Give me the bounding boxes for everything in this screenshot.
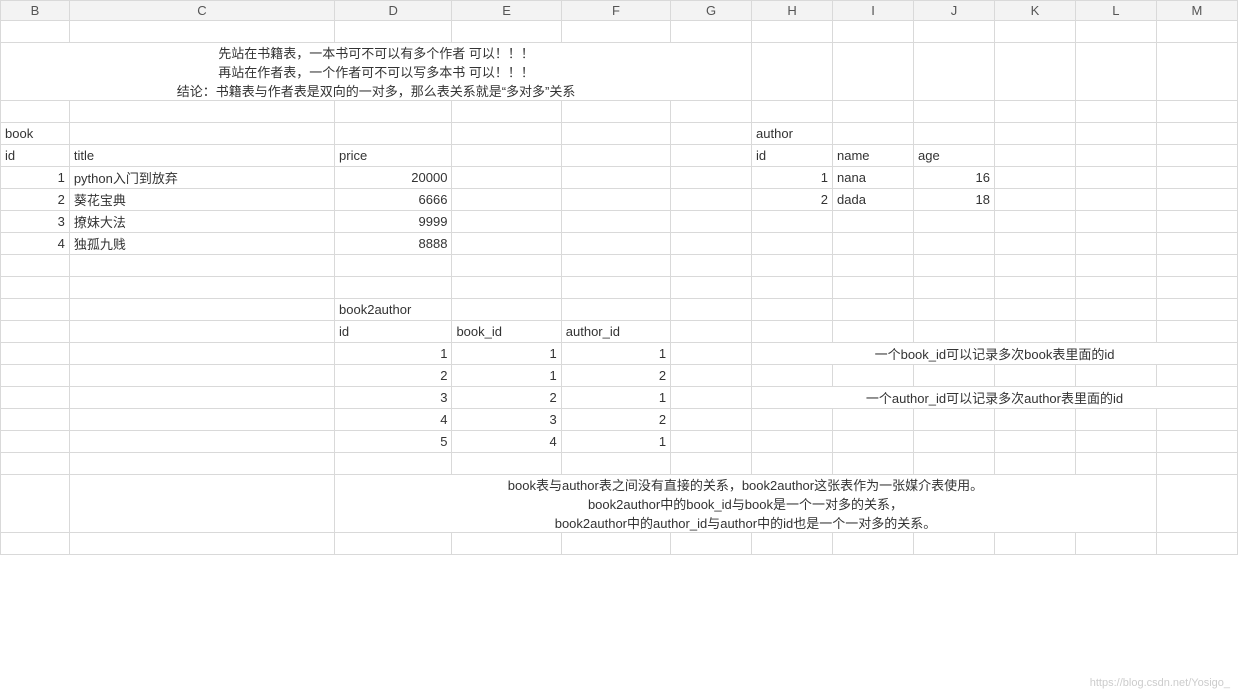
author-header-age: age xyxy=(913,145,994,167)
b2a-id: 3 xyxy=(335,387,452,409)
book-id: 2 xyxy=(1,189,70,211)
author-name: dada xyxy=(833,189,914,211)
col-header[interactable]: G xyxy=(671,1,752,21)
table-row: 5 4 1 xyxy=(1,431,1238,453)
intro-line: 再站在作者表，一个作者可不可以写多本书 可以！！！ xyxy=(5,62,747,81)
b2a-id: 2 xyxy=(335,365,452,387)
book-price: 9999 xyxy=(335,211,452,233)
summary-line: book2author中的author_id与author中的id也是一个一对多… xyxy=(339,513,1152,532)
b2a-bookid: 2 xyxy=(452,387,561,409)
intro-line: 结论：书籍表与作者表是双向的一对多，那么表关系就是“多对多”关系 xyxy=(5,81,747,100)
book-id: 3 xyxy=(1,211,70,233)
b2a-id: 4 xyxy=(335,409,452,431)
col-header[interactable]: I xyxy=(833,1,914,21)
table-row: 4 3 2 xyxy=(1,409,1238,431)
column-header-row: B C D E F G H I J K L M xyxy=(1,1,1238,21)
author-label: author xyxy=(752,123,833,145)
intro-line: 先站在书籍表，一本书可不可以有多个作者 可以！！！ xyxy=(5,43,747,62)
col-header[interactable]: M xyxy=(1156,1,1237,21)
book-header-id: id xyxy=(1,145,70,167)
table-row: 1 python入门到放弃 20000 1 nana 16 xyxy=(1,167,1238,189)
author-id: 2 xyxy=(752,189,833,211)
author-header-id: id xyxy=(752,145,833,167)
col-header[interactable]: L xyxy=(1075,1,1156,21)
author-header-name: name xyxy=(833,145,914,167)
b2a-header-bookid: book_id xyxy=(452,321,561,343)
b2a-authorid: 1 xyxy=(561,387,670,409)
col-header[interactable]: B xyxy=(1,1,70,21)
b2a-authorid: 1 xyxy=(561,343,670,365)
summary-line: book表与author表之间没有直接的关系，book2author这张表作为一… xyxy=(339,475,1152,494)
b2a-bookid: 4 xyxy=(452,431,561,453)
author-name: nana xyxy=(833,167,914,189)
intro-text: 先站在书籍表，一本书可不可以有多个作者 可以！！！ 再站在作者表，一个作者可不可… xyxy=(1,43,752,101)
col-header[interactable]: C xyxy=(69,1,334,21)
watermark: https://blog.csdn.net/Yosigo_ xyxy=(1090,677,1230,689)
b2a-id: 5 xyxy=(335,431,452,453)
b2a-header-authorid: author_id xyxy=(561,321,670,343)
book-title: python入门到放弃 xyxy=(69,167,334,189)
b2a-authorid: 2 xyxy=(561,409,670,431)
col-header[interactable]: K xyxy=(994,1,1075,21)
book-id: 1 xyxy=(1,167,70,189)
book-title: 独孤九贱 xyxy=(69,233,334,255)
book-header-title: title xyxy=(69,145,334,167)
note-bookid: 一个book_id可以记录多次book表里面的id xyxy=(752,343,1238,365)
table-row: 2 葵花宝典 6666 2 dada 18 xyxy=(1,189,1238,211)
col-header[interactable]: H xyxy=(752,1,833,21)
table-row: 4 独孤九贱 8888 xyxy=(1,233,1238,255)
author-age: 18 xyxy=(913,189,994,211)
b2a-authorid: 1 xyxy=(561,431,670,453)
book-title: 葵花宝典 xyxy=(69,189,334,211)
book-id: 4 xyxy=(1,233,70,255)
col-header[interactable]: E xyxy=(452,1,561,21)
note-authorid: 一个author_id可以记录多次author表里面的id xyxy=(752,387,1238,409)
book2author-label: book2author xyxy=(335,299,452,321)
summary-text: book表与author表之间没有直接的关系，book2author这张表作为一… xyxy=(335,475,1157,533)
col-header[interactable]: J xyxy=(913,1,994,21)
book-header-price: price xyxy=(335,145,452,167)
summary-line: book2author中的book_id与book是一个一对多的关系， xyxy=(339,494,1152,513)
col-header[interactable]: F xyxy=(561,1,670,21)
table-row: 1 1 1 一个book_id可以记录多次book表里面的id xyxy=(1,343,1238,365)
author-age: 16 xyxy=(913,167,994,189)
b2a-bookid: 1 xyxy=(452,365,561,387)
b2a-authorid: 2 xyxy=(561,365,670,387)
book-label: book xyxy=(1,123,70,145)
col-header[interactable]: D xyxy=(335,1,452,21)
table-row: 3 撩妹大法 9999 xyxy=(1,211,1238,233)
author-id: 1 xyxy=(752,167,833,189)
book-price: 6666 xyxy=(335,189,452,211)
spreadsheet-grid[interactable]: B C D E F G H I J K L M 先站在书籍表，一本书可不可以有多… xyxy=(0,0,1238,555)
book-title: 撩妹大法 xyxy=(69,211,334,233)
table-row: 2 1 2 xyxy=(1,365,1238,387)
b2a-id: 1 xyxy=(335,343,452,365)
book-price: 20000 xyxy=(335,167,452,189)
b2a-bookid: 3 xyxy=(452,409,561,431)
b2a-header-id: id xyxy=(335,321,452,343)
b2a-bookid: 1 xyxy=(452,343,561,365)
book-price: 8888 xyxy=(335,233,452,255)
table-row: 3 2 1 一个author_id可以记录多次author表里面的id xyxy=(1,387,1238,409)
